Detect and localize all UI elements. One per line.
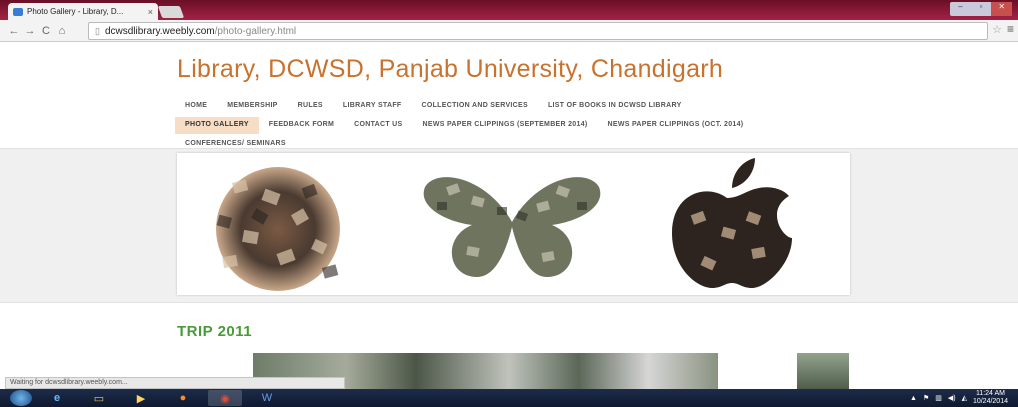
maximize-icon[interactable]: ▫ (971, 2, 992, 16)
nav-item-news-paper-clippings-oct-2014[interactable]: NEWS PAPER CLIPPINGS (OCT. 2014) (598, 117, 754, 134)
photo-collage-banner (177, 153, 850, 295)
tray-up-arrow-icon[interactable]: ▲ (910, 395, 917, 402)
start-button[interactable] (10, 390, 32, 406)
word-icon[interactable]: W (250, 390, 284, 406)
browser-toolbar: ← → C ⌂ ▯ dcwsdlibrary.weebly.com/photo-… (0, 20, 1018, 42)
site-title[interactable]: Library, DCWSD, Panjab University, Chand… (177, 55, 723, 84)
new-tab-button[interactable] (157, 6, 185, 18)
nav-item-library-staff[interactable]: LIBRARY STAFF (333, 98, 412, 115)
butterfly-collage-image (423, 177, 601, 277)
window-controls: – ▫ ✕ (950, 2, 1013, 16)
nav-row: PHOTO GALLERY FEEDBACK FORM CONTACT US NEWS… (175, 117, 875, 134)
media-player-icon[interactable]: ▶ (124, 390, 158, 406)
nav-item-news-paper-clippings-september-2014[interactable]: NEWS PAPER CLIPPINGS (SEPTEMBER 2014) (413, 117, 598, 134)
bookmark-star-icon[interactable]: ☆ (992, 23, 1002, 36)
nav-item-home[interactable]: HOME (175, 98, 217, 115)
clock-time: 11:24 AM (975, 390, 1005, 397)
windows-taskbar: e ▭ ▶ ● ◉ W ▲ ⚑ ▥ ◀) ◭ 11:24 AM 10/24/20… (0, 389, 1018, 407)
system-clock[interactable]: 11:24 AM 10/24/2014 (973, 390, 1008, 406)
forward-arrow-icon[interactable]: → (22, 25, 38, 37)
network-icon[interactable]: ▥ (935, 394, 942, 402)
web-page: Library, DCWSD, Panjab University, Chand… (0, 43, 1018, 389)
browser-tab[interactable]: Photo Gallery - Library, D... × (8, 3, 158, 20)
nav-item-list-of-books-in-dcwsd-library[interactable]: LIST OF BOOKS IN DCWSD LIBRARY (538, 98, 692, 115)
weebly-favicon-icon (13, 7, 23, 16)
chrome-menu-icon[interactable]: ≡ (1007, 22, 1014, 36)
clock-date: 10/24/2014 (972, 398, 1008, 405)
tab-close-icon[interactable]: × (148, 7, 153, 17)
internet-explorer-icon[interactable]: e (40, 390, 74, 406)
home-icon[interactable]: ⌂ (54, 25, 70, 37)
page-icon: ▯ (95, 25, 100, 36)
nav-item-photo-gallery[interactable]: PHOTO GALLERY (175, 117, 259, 134)
minimize-icon[interactable]: – (950, 2, 971, 16)
url-path: /photo-gallery.html (214, 25, 297, 37)
nav-item-collection-and-services[interactable]: COLLECTION AND SERVICES (412, 98, 538, 115)
nav-item-contact-us[interactable]: CONTACT US (344, 117, 412, 134)
url-host: dcwsdlibrary.weebly.com (104, 25, 215, 37)
site-navigation: HOME MEMBERSHIP RULES LIBRARY STAFF COLLECTI… (175, 98, 875, 155)
nav-item-feedback-form[interactable]: FEEDBACK FORM (259, 117, 344, 134)
status-bar: Waiting for dcwsdlibrary.weebly.com... (5, 377, 345, 389)
firefox-icon[interactable]: ● (166, 390, 200, 406)
volume-icon[interactable]: ◀) (948, 394, 956, 402)
chrome-icon[interactable]: ◉ (208, 390, 242, 406)
address-bar[interactable]: ▯ dcwsdlibrary.weebly.com/photo-gallery.… (88, 22, 988, 40)
close-window-icon[interactable]: ✕ (991, 2, 1013, 16)
reload-icon[interactable]: C (38, 25, 54, 37)
browser-titlebar: Photo Gallery - Library, D... × – ▫ ✕ (0, 0, 1018, 20)
back-arrow-icon[interactable]: ← (6, 25, 22, 37)
file-explorer-icon[interactable]: ▭ (82, 390, 116, 406)
section-heading: TRIP 2011 (177, 323, 253, 340)
apple-collage-image (672, 158, 792, 288)
tab-title: Photo Gallery - Library, D... (27, 7, 124, 16)
trip-photo-thumbnail[interactable] (797, 353, 849, 389)
nav-row: HOME MEMBERSHIP RULES LIBRARY STAFF COLLECTI… (175, 98, 875, 115)
system-tray: ▲ ⚑ ▥ ◀) ◭ 11:24 AM 10/24/2014 (910, 390, 1008, 406)
notification-icon[interactable]: ◭ (962, 394, 967, 402)
circle-collage-image (216, 167, 340, 291)
nav-item-membership[interactable]: MEMBERSHIP (217, 98, 287, 115)
flag-icon[interactable]: ⚑ (923, 394, 929, 402)
nav-item-rules[interactable]: RULES (288, 98, 333, 115)
